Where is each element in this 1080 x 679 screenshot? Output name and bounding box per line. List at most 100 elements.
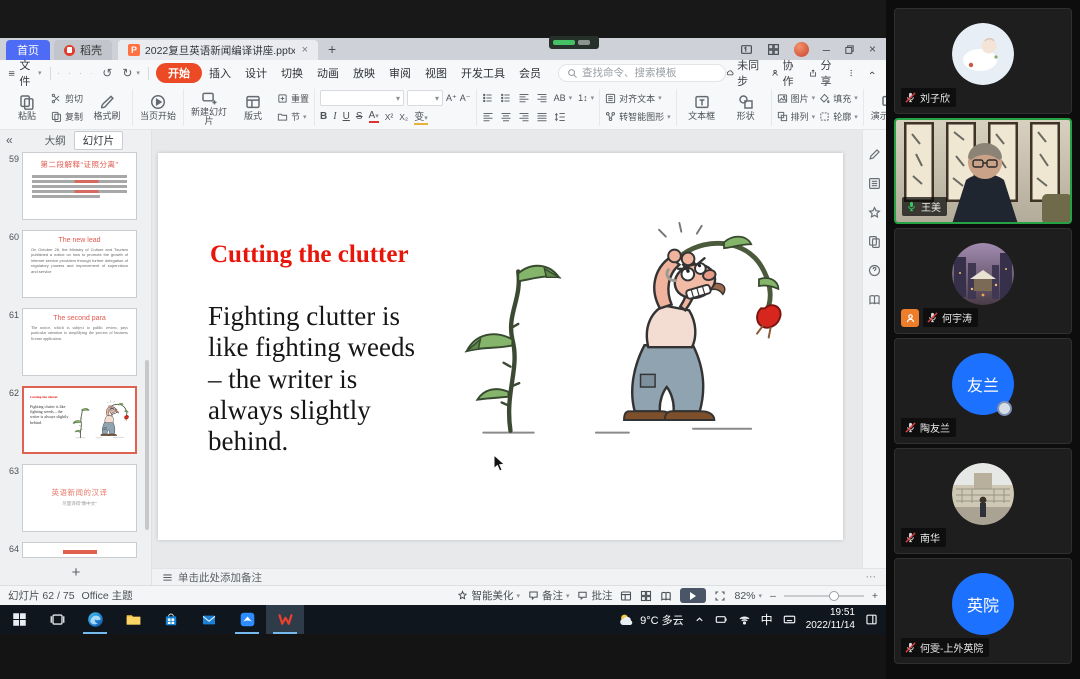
undo-icon[interactable]: ↺ <box>102 66 112 80</box>
zoom-knob[interactable] <box>829 591 839 601</box>
ime-keyboard-icon[interactable] <box>783 613 796 626</box>
minimize-button[interactable]: – <box>823 42 830 57</box>
shape-button[interactable]: 形状 <box>726 89 766 126</box>
layout-button[interactable]: 版式 <box>233 89 273 126</box>
reading-view-icon[interactable] <box>660 590 672 602</box>
align-left-icon[interactable] <box>482 111 494 123</box>
shrink-font-button[interactable]: A⁻ <box>460 93 471 104</box>
weather-widget[interactable]: 9°C 多云 <box>619 612 684 628</box>
sync-status[interactable]: 未同步 <box>726 57 759 89</box>
text-box-button[interactable]: 文本框 <box>682 89 722 126</box>
fit-slide-icon[interactable] <box>714 590 726 602</box>
taskbar-mail[interactable] <box>190 605 228 634</box>
collapse-ribbon-icon[interactable] <box>868 67 876 79</box>
redo-icon[interactable]: ↻ <box>122 66 132 80</box>
more-options-icon[interactable] <box>847 67 855 79</box>
collapse-panel-button[interactable]: « <box>6 133 13 147</box>
present-tools-button[interactable]: 演示工具 <box>869 89 886 126</box>
normal-view-icon[interactable] <box>620 590 632 602</box>
numbered-list-icon[interactable] <box>500 92 512 104</box>
thumbnail-slide-59[interactable]: 第二段解释“证照分离” <box>22 152 137 220</box>
highlight-button[interactable]: 变▾ <box>414 108 428 125</box>
bullet-list-icon[interactable] <box>482 92 494 104</box>
file-menu[interactable]: 文件▾ <box>8 57 42 89</box>
menu-tab-animation[interactable]: 动画 <box>310 63 346 83</box>
align-center-icon[interactable] <box>500 111 512 123</box>
bold-button[interactable]: B <box>320 111 327 122</box>
taskbar-explorer[interactable] <box>114 605 152 634</box>
play-current-button[interactable]: 当页开始 <box>138 89 178 126</box>
beautify-button[interactable]: 智能美化▾ <box>457 588 520 603</box>
cut-button[interactable]: 剪切 <box>51 92 83 105</box>
superscript-button[interactable]: X² <box>385 112 394 122</box>
weed-pulling-cartoon[interactable] <box>450 221 800 454</box>
smart-graphic-button[interactable]: 转智能图形▾ <box>605 110 671 123</box>
menu-tab-member[interactable]: 会员 <box>512 63 548 83</box>
current-slide[interactable]: Cutting the clutter Fighting clutter is … <box>158 153 843 540</box>
menu-tab-slideshow[interactable]: 放映 <box>346 63 382 83</box>
menu-tab-start[interactable]: 开始 <box>156 63 202 83</box>
share-button[interactable]: 分享 <box>809 57 835 89</box>
close-tab-icon[interactable]: × <box>302 44 308 56</box>
align-text-button[interactable]: 对齐文本▾ <box>605 92 671 105</box>
slide-body-text[interactable]: Fighting clutter is like fighting weeds … <box>208 301 426 458</box>
arrange-button[interactable]: 排列▾ <box>777 110 816 123</box>
network-icon[interactable] <box>738 613 751 626</box>
align-right-icon[interactable] <box>518 111 530 123</box>
thumbnail-slide-60[interactable]: On October 26, the Ministry of Culture a… <box>22 230 137 298</box>
command-search[interactable] <box>558 64 726 82</box>
sort-button[interactable]: 1↕▾ <box>578 93 594 103</box>
resources-panel-icon[interactable] <box>868 293 881 306</box>
ime-mode[interactable]: 中 <box>761 611 773 628</box>
participant-tile[interactable]: 友兰 陶友兰 <box>894 338 1072 444</box>
reset-button[interactable]: 重置 <box>277 92 309 105</box>
thumbnail-slide-63[interactable]: 英语新闻的汉译 尽量译得“像中文” <box>22 464 137 532</box>
underline-button[interactable]: U <box>343 111 350 122</box>
close-button[interactable]: × <box>869 42 876 56</box>
apps-grid-icon[interactable] <box>767 43 780 56</box>
text-panel-icon[interactable] <box>868 177 881 190</box>
menu-tab-review[interactable]: 审阅 <box>382 63 418 83</box>
fill-button[interactable]: 填充▾ <box>819 92 858 105</box>
participant-tile-speaking[interactable]: 王美 <box>894 118 1072 224</box>
line-spacing-icon[interactable] <box>554 111 566 123</box>
decrease-indent-icon[interactable] <box>518 92 530 104</box>
theme-name[interactable]: Office 主题 <box>82 588 133 603</box>
task-view-button[interactable] <box>38 605 76 634</box>
save-icon[interactable] <box>69 67 70 80</box>
notes-button[interactable]: 备注▾ <box>528 588 570 603</box>
picture-button[interactable]: 图片▾ <box>777 92 816 105</box>
account-avatar[interactable] <box>794 42 809 57</box>
taskbar-store[interactable] <box>152 605 190 634</box>
grow-font-button[interactable]: A⁺ <box>446 93 457 104</box>
zoom-level[interactable]: 82%▾ <box>734 590 762 602</box>
thumbnail-slide-62-selected[interactable]: Cutting the clutter Fighting clutter is … <box>22 386 137 454</box>
comments-button[interactable]: 批注 <box>577 588 612 603</box>
font-size-select[interactable]: ▾ <box>407 90 443 106</box>
new-slide-button[interactable]: 新建幻灯片 <box>189 89 229 126</box>
menu-tab-devtools[interactable]: 开发工具 <box>454 63 512 83</box>
menu-tab-view[interactable]: 视图 <box>418 63 454 83</box>
thumbnail-slide-61[interactable]: The second para The notice, which is sub… <box>22 308 137 376</box>
participant-tile[interactable]: 何宇涛 <box>894 228 1072 334</box>
menu-tab-design[interactable]: 设计 <box>238 63 274 83</box>
font-color-button[interactable]: A▾ <box>369 110 379 123</box>
italic-button[interactable]: I <box>333 111 336 122</box>
notification-center-icon[interactable] <box>865 613 878 626</box>
slide-sorter-icon[interactable] <box>640 590 652 602</box>
restore-button[interactable] <box>844 44 855 55</box>
taskbar-edge[interactable] <box>76 605 114 634</box>
new-tab-button[interactable]: + <box>328 41 336 57</box>
menu-tab-insert[interactable]: 插入 <box>202 63 238 83</box>
zoom-out-button[interactable]: – <box>770 590 776 602</box>
participant-tile[interactable]: 刘子欣 <box>894 8 1072 114</box>
subscript-button[interactable]: X₂ <box>399 112 408 122</box>
participant-tile[interactable]: 英院 何雯-上外英院 <box>894 558 1072 664</box>
strikethrough-button[interactable]: S <box>356 111 363 122</box>
tab-docer[interactable]: 稻壳 <box>54 40 112 60</box>
zoom-slider[interactable] <box>784 595 864 597</box>
notes-more-icon[interactable]: ⋯ <box>866 571 877 583</box>
start-button[interactable] <box>0 605 38 634</box>
clock[interactable]: 19:512022/11/14 <box>806 607 855 632</box>
clipboard-panel-icon[interactable] <box>868 235 881 248</box>
